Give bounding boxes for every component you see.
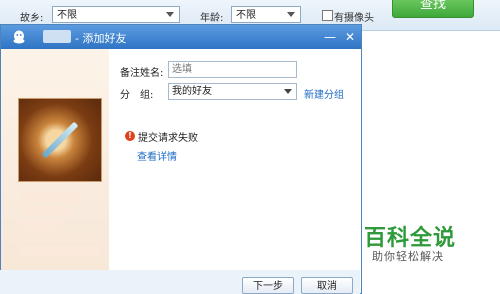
new-group-link[interactable]: 新建分组	[304, 86, 344, 101]
profile-panel	[1, 49, 109, 293]
remark-name-input[interactable]	[168, 61, 297, 78]
watermark-slogan: 助你轻松解决	[372, 250, 444, 263]
age-select[interactable]: 不限	[231, 6, 301, 23]
error-icon: !	[125, 131, 135, 141]
chevron-down-icon	[284, 89, 292, 94]
dialog-titlebar[interactable]: - 添加好友 — ✕	[1, 25, 361, 49]
chevron-down-icon	[287, 12, 295, 17]
error-message: 提交请求失败	[138, 133, 198, 144]
redacted-info	[21, 246, 101, 255]
hometown-select[interactable]: 不限	[52, 6, 180, 23]
has-photo-label: 有摄像头	[334, 13, 374, 24]
compass-needle	[41, 121, 79, 159]
find-button[interactable]: 查找	[392, 0, 474, 18]
next-step-button[interactable]: 下一步	[242, 277, 294, 294]
group-label: 分 组:	[120, 90, 154, 101]
has-photo-checkbox[interactable]	[322, 10, 333, 21]
remark-name-label: 备注姓名:	[120, 68, 164, 79]
close-icon[interactable]: ✕	[341, 28, 359, 46]
minimize-icon[interactable]: —	[321, 28, 339, 46]
group-select[interactable]: 我的好友	[168, 83, 297, 100]
view-details-link[interactable]: 查看详情	[137, 148, 177, 163]
group-value: 我的好友	[172, 86, 212, 97]
redacted-account	[21, 206, 69, 215]
chevron-down-icon	[166, 12, 174, 17]
hometown-value: 不限	[57, 10, 77, 21]
dialog-title: - 添加好友	[75, 32, 127, 45]
qq-penguin-icon	[13, 30, 25, 44]
hometown-label: 故乡:	[20, 13, 44, 24]
cancel-button[interactable]: 取消	[301, 277, 353, 294]
redacted-info	[21, 221, 59, 230]
age-value: 不限	[236, 10, 256, 21]
redacted-nickname	[21, 192, 79, 203]
age-label: 年龄:	[200, 13, 224, 24]
redacted-contact-name	[43, 30, 71, 43]
avatar	[18, 98, 102, 182]
